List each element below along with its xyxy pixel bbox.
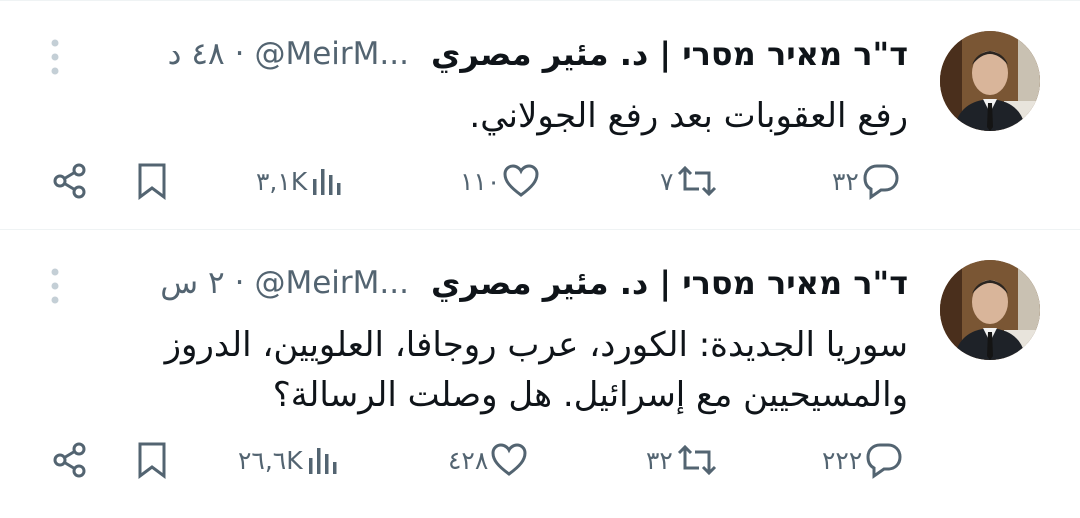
like-button[interactable]: ٤٢٨ <box>448 440 528 480</box>
bookmark-button[interactable] <box>134 440 170 480</box>
more-icon[interactable] <box>46 37 64 77</box>
tweet-text: رفع العقوبات بعد رفع الجولاني. <box>469 96 908 136</box>
tweet-text: سوريا الجديدة: الكورد، عرب روجافا، العلو… <box>164 325 908 415</box>
likes-count: ٤٢٨ <box>448 445 489 475</box>
share-button[interactable] <box>50 161 90 201</box>
handle[interactable]: @MeirM... <box>254 265 409 301</box>
more-icon[interactable] <box>46 266 64 306</box>
tweet-header: ד"ר מאיר מסרי | د. مئير مصري @MeirM... ·… <box>36 23 908 85</box>
bookmark-icon <box>138 442 166 479</box>
like-button[interactable]: ١١٠ <box>460 161 540 201</box>
reply-icon <box>866 443 902 479</box>
tweet-header: ד"ר מאיר מסרי | د. مئير مصري @MeirM... ·… <box>36 252 908 314</box>
views-icon <box>308 448 337 474</box>
bookmark-icon <box>138 163 166 200</box>
share-icon <box>53 163 86 199</box>
reply-button[interactable]: ٢٢٢ <box>822 440 904 480</box>
separator: · <box>234 265 245 301</box>
replies-count: ٢٢٢ <box>822 445 863 475</box>
replies-count: ٣٢ <box>832 166 859 196</box>
separator: · <box>234 36 245 72</box>
action-bar: ٢٦,٦K ٤٢٨ ٣٢ ٢٢٢ <box>50 440 902 480</box>
repost-button[interactable]: ٧ <box>660 161 719 201</box>
reposts-count: ٧ <box>660 166 674 196</box>
likes-count: ١١٠ <box>460 166 501 196</box>
repost-icon <box>677 444 716 476</box>
display-name[interactable]: ד"ר מאיר מסרי | د. مئير مصري <box>431 264 908 302</box>
views-count: ٣,١K <box>256 166 308 196</box>
like-icon <box>491 443 527 476</box>
handle[interactable]: @MeirM... <box>254 36 409 72</box>
reply-icon <box>863 164 899 200</box>
repost-button[interactable]: ٣٢ <box>646 440 719 480</box>
display-name[interactable]: ד"ר מאיר מסרי | د. مئير مصري <box>431 35 908 73</box>
share-button[interactable] <box>50 440 90 480</box>
tweet[interactable]: ד"ר מאיר מסרי | د. مئير مصري @MeirM... ·… <box>0 0 1080 230</box>
reply-button[interactable]: ٣٢ <box>832 161 901 201</box>
avatar[interactable] <box>940 31 1040 131</box>
timestamp[interactable]: ٢ س <box>160 265 224 301</box>
tweet[interactable]: ד"ר מאיר מסרי | د. مئير مصري @MeirM... ·… <box>0 230 1080 518</box>
repost-icon <box>678 165 717 197</box>
views-icon <box>313 169 341 195</box>
like-icon <box>503 164 539 197</box>
avatar[interactable] <box>940 260 1040 360</box>
views-count: ٢٦,٦K <box>238 445 303 475</box>
timestamp[interactable]: ٤٨ د <box>168 36 225 72</box>
bookmark-button[interactable] <box>134 161 170 201</box>
share-icon <box>53 442 86 478</box>
views-button[interactable]: ٢٦,٦K <box>238 440 341 480</box>
action-bar: ٣,١K ١١٠ ٧ ٣٢ <box>50 161 899 201</box>
views-button[interactable]: ٣,١K <box>256 161 345 201</box>
reposts-count: ٣٢ <box>646 445 673 475</box>
